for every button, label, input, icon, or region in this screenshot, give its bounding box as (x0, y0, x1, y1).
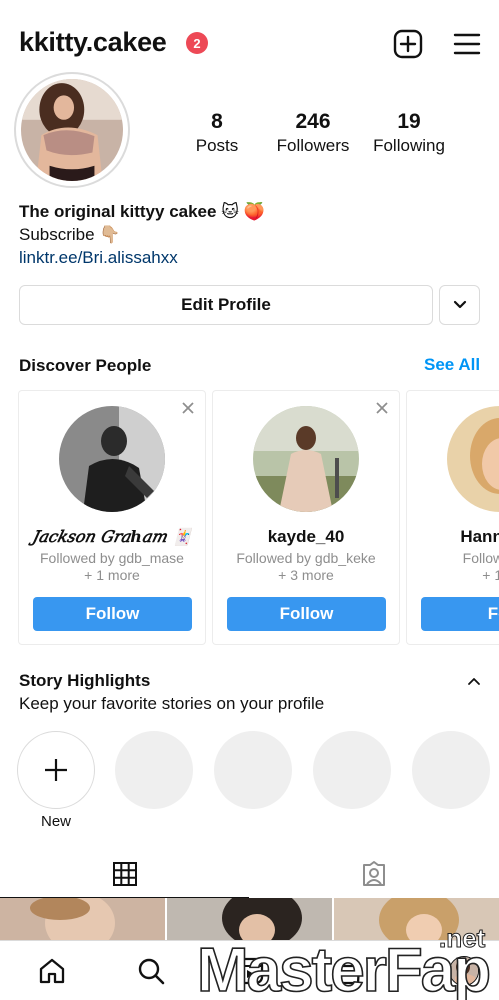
discover-people-title: Discover People (19, 356, 152, 375)
see-all-link[interactable]: See All (424, 355, 480, 375)
edit-profile-button[interactable]: Edit Profile (19, 285, 433, 325)
story-highlights-title: Story Highlights (19, 671, 151, 690)
suggestion-mutuals: Followed by + 1 m (407, 550, 499, 584)
close-icon[interactable] (181, 401, 195, 415)
profile-tabs (0, 850, 499, 898)
profile-bio: The original kittyy cakee 🐱 🍑 Subscribe … (19, 200, 265, 269)
suggestion-mutuals: Followed by gdb_keke + 3 more (213, 550, 399, 584)
avatar-photo (21, 79, 123, 181)
tab-posts-grid[interactable] (0, 850, 249, 898)
bio-link[interactable]: linktr.ee/Bri.alissahxx (19, 246, 265, 269)
following-label: Following (373, 136, 445, 155)
notification-badge[interactable]: 2 (186, 32, 208, 54)
followers-count: 246 (295, 110, 331, 133)
username-title[interactable]: kkitty.cakee (19, 27, 167, 58)
suggestion-card[interactable]: Hannah C Followed by + 1 m Fol (406, 390, 499, 645)
follow-button[interactable]: Follow (33, 597, 192, 631)
bio-text: Subscribe 👇🏼 (19, 225, 121, 244)
mutuals-more: + 1 m (482, 567, 499, 583)
highlight-placeholder (313, 731, 391, 809)
tab-tagged[interactable] (249, 850, 498, 898)
posts-label: Posts (195, 136, 239, 155)
post-thumbnail[interactable] (0, 898, 165, 943)
close-icon[interactable] (375, 401, 389, 415)
highlight-placeholder (115, 731, 193, 809)
suggestion-photo (253, 406, 359, 512)
search-icon[interactable] (136, 956, 166, 986)
chevron-down-icon (453, 300, 466, 309)
mutuals-line: Followed by gdb_keke (236, 550, 376, 566)
stat-followers[interactable]: 246 Followers (263, 110, 363, 157)
bio-name: The original kittyy cakee 🐱 🍑 (19, 202, 265, 221)
suggestion-name: Hannah C (460, 527, 499, 546)
follow-button[interactable]: Follow (227, 597, 386, 631)
following-count: 19 (397, 110, 421, 133)
posts-count: 8 (211, 110, 223, 133)
watermark-logo: MasterFap .net (196, 925, 492, 1000)
suggestion-card[interactable]: 𝐽𝑎𝑐𝑘𝑠𝑜𝑛 𝐺𝑟𝑎ℎ𝑎𝑚 🃏 Followed by gdb_mase + … (18, 390, 206, 645)
suggestion-name: kayde_40 (267, 527, 345, 546)
suggestion-avatar[interactable] (59, 406, 165, 512)
avatar[interactable] (21, 79, 123, 181)
suggestion-avatar[interactable] (253, 406, 359, 512)
tagged-person-icon (362, 861, 385, 886)
profile-avatar-ring[interactable] (14, 72, 130, 188)
grid-icon (112, 861, 137, 886)
highlight-placeholder (214, 731, 292, 809)
mutuals-more: + 3 more (278, 567, 334, 583)
stat-posts[interactable]: 8 Posts (167, 110, 267, 157)
suggestion-mutuals: Followed by gdb_mase + 1 more (19, 550, 205, 584)
svg-text:.net: .net (439, 925, 486, 953)
suggestion-photo (59, 406, 165, 512)
plus-square-icon[interactable] (393, 29, 423, 59)
hamburger-menu-icon[interactable] (452, 29, 482, 59)
mutuals-line: Followed by gdb_mase (40, 550, 184, 566)
highlight-placeholder (412, 731, 490, 809)
new-highlight-button[interactable] (17, 731, 95, 809)
suggestion-photo (447, 406, 499, 512)
suggestion-name: 𝐽𝑎𝑐𝑘𝑠𝑜𝑛 𝐺𝑟𝑎ℎ𝑎𝑚 🃏 (31, 527, 193, 546)
stat-following[interactable]: 19 Following (359, 110, 459, 157)
followers-label: Followers (276, 136, 350, 155)
follow-button[interactable]: Fol (421, 597, 499, 631)
suggestions-toggle-button[interactable] (439, 285, 480, 325)
new-highlight-label: New (40, 813, 71, 830)
mutuals-more: + 1 more (84, 567, 140, 583)
suggestion-card[interactable]: kayde_40 Followed by gdb_keke + 3 more F… (212, 390, 400, 645)
suggestion-avatar[interactable] (447, 406, 499, 512)
chevron-up-icon[interactable] (467, 676, 481, 686)
story-highlights-subtitle: Keep your favorite stories on your profi… (19, 694, 325, 713)
home-icon[interactable] (37, 956, 67, 986)
plus-icon (45, 759, 67, 781)
mutuals-line: Followed by (462, 550, 499, 566)
post-image (0, 898, 165, 943)
